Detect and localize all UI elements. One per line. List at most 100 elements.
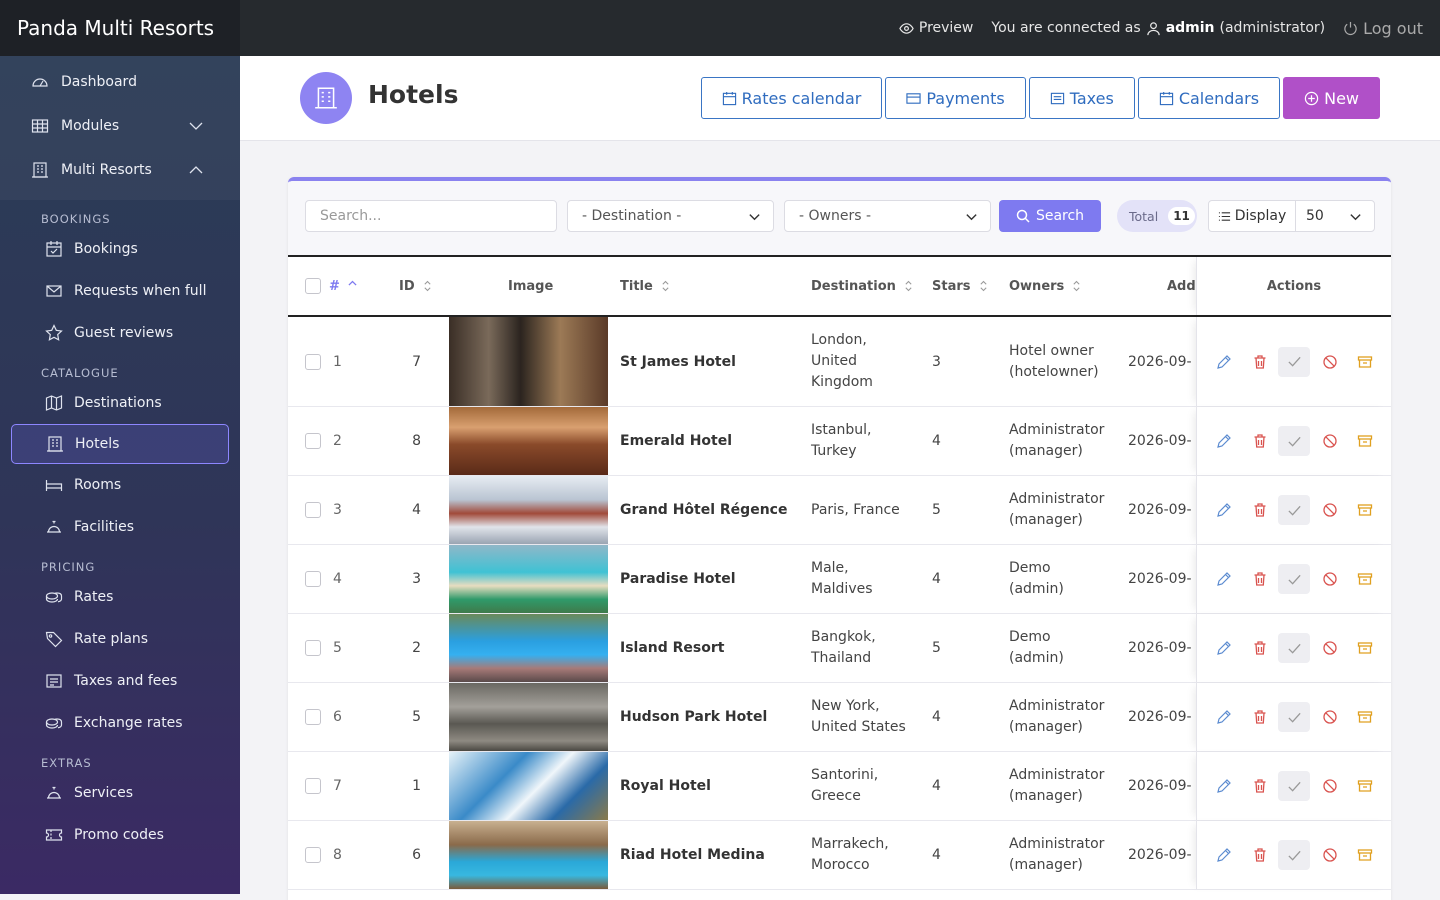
row-title[interactable]: Island Resort <box>620 614 724 682</box>
hotel-thumbnail[interactable] <box>449 407 608 475</box>
delete-trash-icon[interactable] <box>1252 571 1268 587</box>
hotel-thumbnail[interactable] <box>449 317 608 406</box>
logout-link[interactable]: Log out <box>1343 19 1423 38</box>
table-row[interactable]: 1 7 St James Hotel London, United Kingdom … <box>288 317 1391 407</box>
taxes-button[interactable]: Taxes <box>1028 77 1135 119</box>
archive-icon[interactable] <box>1357 502 1373 518</box>
sidebar-item-rates[interactable]: Rates <box>0 576 240 618</box>
hotel-thumbnail[interactable] <box>449 683 608 751</box>
edit-pencil-icon[interactable] <box>1216 709 1232 725</box>
delete-trash-icon[interactable] <box>1252 847 1268 863</box>
sidebar-item-exchange-rates[interactable]: Exchange rates <box>0 702 240 744</box>
table-row[interactable]: 6 5 Hudson Park Hotel New York, United St… <box>288 683 1391 752</box>
new-button[interactable]: New <box>1283 77 1380 119</box>
disable-ban-icon[interactable] <box>1322 571 1338 587</box>
delete-trash-icon[interactable] <box>1252 709 1268 725</box>
disable-ban-icon[interactable] <box>1322 847 1338 863</box>
disable-ban-icon[interactable] <box>1322 778 1338 794</box>
chevron-up-icon[interactable] <box>188 162 204 178</box>
rates-calendar-button[interactable]: Rates calendar <box>700 77 883 119</box>
hotel-thumbnail[interactable] <box>449 752 608 820</box>
approve-check-button[interactable] <box>1278 771 1310 801</box>
approve-check-button[interactable] <box>1278 840 1310 870</box>
sidebar-item-dashboard[interactable]: Dashboard <box>0 60 240 104</box>
approve-check-button[interactable] <box>1278 426 1310 456</box>
archive-icon[interactable] <box>1357 354 1373 370</box>
sidebar-item-promo-codes[interactable]: Promo codes <box>0 814 240 856</box>
row-title[interactable]: Paradise Hotel <box>620 545 736 613</box>
sidebar-item-modules[interactable]: Modules <box>0 104 240 148</box>
sidebar-item-destinations[interactable]: Destinations <box>0 382 240 424</box>
delete-trash-icon[interactable] <box>1252 778 1268 794</box>
sidebar-item-taxes-and-fees[interactable]: Taxes and fees <box>0 660 240 702</box>
owners-select[interactable]: - Owners - <box>784 200 991 232</box>
row-title[interactable]: St James Hotel <box>620 317 736 406</box>
calendars-button[interactable]: Calendars <box>1137 77 1281 119</box>
col-added[interactable]: Add <box>1167 257 1196 315</box>
row-checkbox[interactable] <box>305 317 321 406</box>
disable-ban-icon[interactable] <box>1322 433 1338 449</box>
sidebar-item-hotels[interactable]: Hotels <box>11 424 229 464</box>
col-destination[interactable]: Destination <box>811 257 913 315</box>
hotel-thumbnail[interactable] <box>449 545 608 613</box>
sidebar-item-multi-resorts[interactable]: Multi Resorts <box>0 148 240 192</box>
hotel-thumbnail[interactable] <box>449 821 608 889</box>
row-checkbox[interactable] <box>305 476 321 544</box>
edit-pencil-icon[interactable] <box>1216 847 1232 863</box>
row-checkbox[interactable] <box>305 407 321 475</box>
table-row[interactable]: 3 4 Grand Hôtel Régence Paris, France 5 … <box>288 476 1391 545</box>
archive-icon[interactable] <box>1357 847 1373 863</box>
row-title[interactable]: Riad Hotel Medina <box>620 821 765 889</box>
row-checkbox[interactable] <box>305 821 321 889</box>
search-button[interactable]: Search <box>999 200 1101 232</box>
col-title[interactable]: Title <box>620 257 670 315</box>
table-row[interactable]: 8 6 Riad Hotel Medina Marrakech, Morocco … <box>288 821 1391 890</box>
destination-select[interactable]: - Destination - <box>567 200 774 232</box>
sidebar-item-facilities[interactable]: Facilities <box>0 506 240 548</box>
preview-link[interactable]: Preview <box>899 20 973 36</box>
approve-check-button[interactable] <box>1278 564 1310 594</box>
approve-check-button[interactable] <box>1278 346 1310 377</box>
chevron-down-icon[interactable] <box>188 118 204 134</box>
table-row[interactable]: 5 2 Island Resort Bangkok, Thailand 5 Dem… <box>288 614 1391 683</box>
sidebar-item-bookings[interactable]: Bookings <box>0 228 240 270</box>
row-title[interactable]: Hudson Park Hotel <box>620 683 767 751</box>
sidebar-item-requests-when-full[interactable]: Requests when full <box>0 270 240 312</box>
hotel-thumbnail[interactable] <box>449 476 608 544</box>
row-checkbox[interactable] <box>305 545 321 613</box>
col-id[interactable]: ID <box>399 257 432 315</box>
sidebar-item-rate-plans[interactable]: Rate plans <box>0 618 240 660</box>
approve-check-button[interactable] <box>1278 633 1310 663</box>
edit-pencil-icon[interactable] <box>1216 778 1232 794</box>
table-row[interactable]: 2 8 Emerald Hotel Istanbul, Turkey 4 Admi… <box>288 407 1391 476</box>
row-title[interactable]: Emerald Hotel <box>620 407 732 475</box>
archive-icon[interactable] <box>1357 709 1373 725</box>
col-owners[interactable]: Owners <box>1009 257 1081 315</box>
brand-title[interactable]: Panda Multi Resorts <box>0 0 240 56</box>
archive-icon[interactable] <box>1357 640 1373 656</box>
approve-check-button[interactable] <box>1278 702 1310 732</box>
disable-ban-icon[interactable] <box>1322 640 1338 656</box>
sidebar-item-services[interactable]: Services <box>0 772 240 814</box>
delete-trash-icon[interactable] <box>1252 502 1268 518</box>
disable-ban-icon[interactable] <box>1322 502 1338 518</box>
row-checkbox[interactable] <box>305 683 321 751</box>
archive-icon[interactable] <box>1357 433 1373 449</box>
edit-pencil-icon[interactable] <box>1216 502 1232 518</box>
archive-icon[interactable] <box>1357 571 1373 587</box>
hotel-thumbnail[interactable] <box>449 614 608 682</box>
select-all-checkbox[interactable] <box>305 257 321 315</box>
archive-icon[interactable] <box>1357 778 1373 794</box>
search-input[interactable]: Search... <box>305 200 557 232</box>
row-checkbox[interactable] <box>305 752 321 820</box>
edit-pencil-icon[interactable] <box>1216 354 1232 370</box>
delete-trash-icon[interactable] <box>1252 354 1268 370</box>
sidebar-item-guest-reviews[interactable]: Guest reviews <box>0 312 240 354</box>
disable-ban-icon[interactable] <box>1322 709 1338 725</box>
col-num[interactable]: # <box>329 257 357 315</box>
display-select[interactable]: Display 50 <box>1208 200 1375 232</box>
col-stars[interactable]: Stars <box>932 257 988 315</box>
row-checkbox[interactable] <box>305 614 321 682</box>
edit-pencil-icon[interactable] <box>1216 433 1232 449</box>
payments-button[interactable]: Payments <box>885 77 1026 119</box>
